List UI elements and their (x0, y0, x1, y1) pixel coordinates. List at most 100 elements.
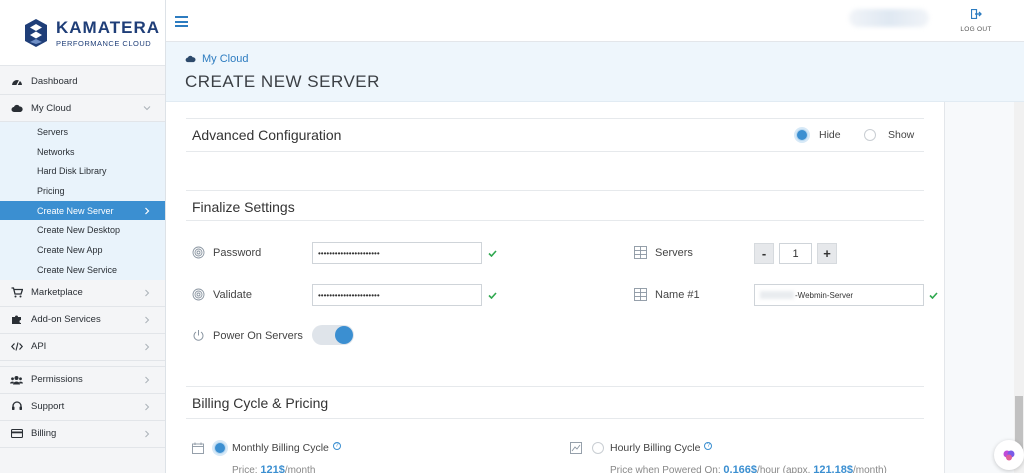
power-on-label: Power On Servers (213, 329, 303, 342)
sidebar-item-api[interactable]: API (0, 334, 165, 361)
power-on-toggle[interactable] (312, 325, 354, 345)
blurred-name-prefix (760, 291, 794, 299)
sidebar-item-dashboard[interactable]: Dashboard (0, 68, 165, 95)
chevron-right-icon (145, 430, 150, 437)
validate-password-input[interactable]: •••••••••••••••••••••• (312, 284, 482, 306)
sidebar-subitem-pricing[interactable]: Pricing (0, 181, 165, 201)
sidebar-subitem-label: Create New Server (37, 205, 114, 216)
sidebar-item-label: Billing (31, 428, 57, 439)
sidebar-item-permissions[interactable]: Permissions (0, 367, 165, 394)
sidebar-subitem-create-new-desktop[interactable]: Create New Desktop (0, 220, 165, 240)
sidebar-item-my-cloud[interactable]: My Cloud (0, 95, 165, 122)
sidebar-subitem-create-new-app[interactable]: Create New App (0, 240, 165, 260)
validate-label: Validate (213, 288, 252, 301)
sidebar-subitem-create-new-server[interactable]: Create New Server (0, 200, 165, 221)
servers-label: Servers (655, 246, 693, 259)
sidebar-subitem-hard-disk-library[interactable]: Hard Disk Library (0, 161, 165, 181)
finalize-settings-header (186, 190, 924, 221)
sidebar-item-support[interactable]: Support (0, 394, 165, 421)
scrollbar[interactable] (1014, 102, 1024, 473)
chevron-right-icon (145, 289, 150, 296)
calendar-icon (192, 442, 204, 454)
hourly-billing-radio[interactable] (592, 442, 604, 454)
monthly-billing-label: Monthly Billing Cycle (232, 442, 329, 454)
sidebar-nav: Dashboard My Cloud Servers Networks Hard… (0, 68, 165, 448)
finalize-settings-title: Finalize Settings (192, 199, 295, 215)
headset-icon (10, 401, 23, 413)
sidebar-item-label: Dashboard (31, 75, 78, 87)
users-icon (10, 374, 23, 386)
monthly-billing-radio[interactable] (214, 442, 226, 454)
power-icon (193, 330, 204, 341)
logo[interactable]: KAMATERA PERFORMANCE CLOUD (0, 0, 165, 66)
chevron-right-icon (145, 207, 150, 215)
sidebar-item-marketplace[interactable]: Marketplace (0, 280, 165, 307)
help-icon[interactable]: ? (704, 442, 713, 450)
sidebar-item-add-on-services[interactable]: Add-on Services (0, 307, 165, 334)
advanced-config-title: Advanced Configuration (192, 127, 342, 143)
logout-label: LOG OUT (960, 26, 992, 33)
cloud-icon (185, 55, 196, 63)
advanced-show-radio[interactable] (864, 129, 876, 141)
validate-label-group: Validate (192, 288, 252, 301)
sidebar-item-label: Add-on Services (31, 314, 101, 325)
server-name-suffix: -Webmin-Server (795, 290, 854, 300)
advanced-hide-radio[interactable] (796, 129, 808, 141)
breadcrumb[interactable]: My Cloud (185, 53, 248, 65)
main-content: Advanced Configuration Hide Show Finaliz… (166, 102, 944, 473)
brain-icon (1003, 450, 1015, 461)
toggle-knob (335, 326, 353, 344)
hourly-price-mid: /hour (appx. (757, 465, 814, 473)
sidebar-subitem-create-new-service[interactable]: Create New Service (0, 260, 165, 280)
sidebar: KAMATERA PERFORMANCE CLOUD Dashboard My … (0, 0, 166, 473)
billing-title: Billing Cycle & Pricing (192, 395, 329, 411)
chevron-right-icon (145, 376, 150, 383)
server-grid-icon (634, 246, 647, 259)
monthly-price: Price: 121$/month (232, 464, 315, 473)
sidebar-item-label: Permissions (31, 374, 83, 385)
servers-label-group: Servers (634, 246, 693, 259)
servers-count-input[interactable]: 1 (779, 243, 812, 264)
help-icon[interactable]: ? (332, 442, 341, 450)
server-name-input[interactable]: -Webmin-Server (754, 284, 924, 306)
cart-icon (10, 287, 23, 299)
chevron-right-icon (145, 403, 150, 410)
page-header: My Cloud CREATE NEW SERVER (166, 42, 1024, 102)
sidebar-subitem-servers[interactable]: Servers (0, 122, 165, 142)
password-label-group: Password (192, 246, 261, 259)
assistant-badge[interactable] (994, 440, 1024, 470)
fingerprint-icon (192, 288, 205, 301)
checkmark-icon (488, 250, 497, 257)
my-cloud-submenu: Servers Networks Hard Disk Library Prici… (0, 122, 165, 280)
monthly-price-prefix: Price: (232, 465, 261, 473)
logout-button[interactable]: LOG OUT (956, 9, 996, 34)
checkmark-icon (929, 292, 938, 299)
menu-toggle-icon[interactable] (175, 16, 188, 27)
monthly-billing-label-group: Monthly Billing Cycle? (232, 442, 341, 454)
servers-increment-button[interactable]: + (817, 243, 837, 264)
monthly-price-unit: /month (284, 465, 316, 473)
sidebar-subitem-networks[interactable]: Networks (0, 142, 165, 162)
brand-name: KAMATERA (56, 17, 161, 37)
brand-tagline: PERFORMANCE CLOUD (56, 38, 152, 48)
puzzle-icon (10, 314, 23, 326)
password-input[interactable]: •••••••••••••••••••••• (312, 242, 482, 264)
hourly-price-value: 0.166$ (723, 464, 758, 473)
code-icon (10, 341, 23, 353)
chevron-down-icon (143, 106, 151, 111)
chart-icon (570, 442, 582, 454)
advanced-hide-label: Hide (819, 129, 841, 141)
hourly-billing-label-group: Hourly Billing Cycle? (610, 442, 713, 454)
right-panel (944, 102, 1014, 473)
user-account-blurred[interactable] (849, 9, 929, 27)
fingerprint-icon (192, 246, 205, 259)
servers-decrement-button[interactable]: - (754, 243, 774, 264)
name-label-group: Name #1 (634, 288, 700, 301)
kamatera-logo-icon (25, 18, 47, 47)
power-on-label-group: Power On Servers (192, 329, 303, 342)
monthly-price-value: 121$ (260, 464, 285, 473)
sidebar-item-label: Support (31, 401, 65, 412)
sidebar-item-label: API (31, 341, 47, 352)
sidebar-item-billing[interactable]: Billing (0, 421, 165, 448)
hourly-price-prefix: Price when Powered On: (610, 465, 724, 473)
